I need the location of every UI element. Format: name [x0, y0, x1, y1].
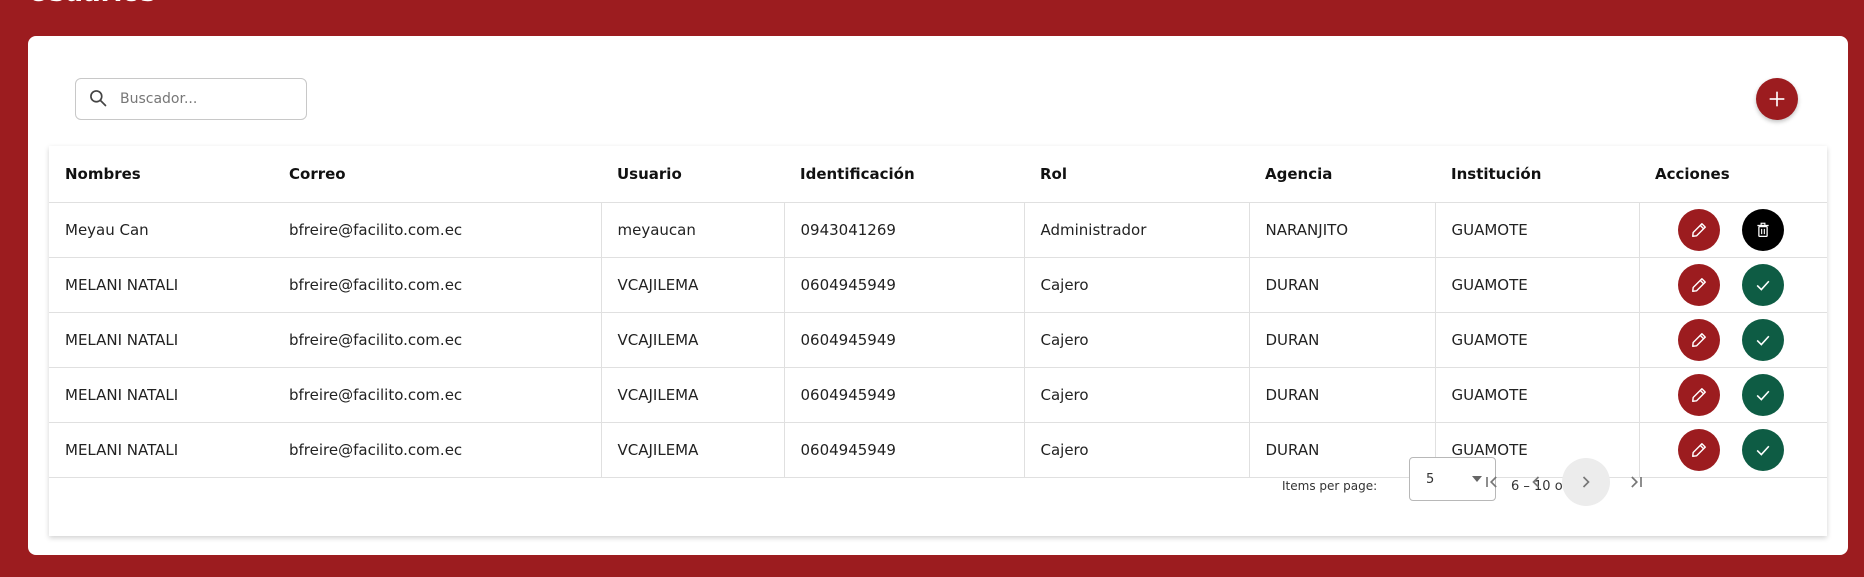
cell-rol: Cajero: [1023, 257, 1249, 313]
check-icon: [1753, 385, 1773, 405]
paginator: Items per page: 5 6 – 10 of 14: [49, 436, 1827, 536]
cell-agencia: DURAN: [1248, 312, 1435, 368]
pencil-icon: [1689, 385, 1709, 405]
items-per-page-label: Items per page:: [1282, 479, 1378, 493]
column-header-correo: Correo: [273, 146, 601, 203]
table-row: MELANI NATALI bfreire@facilito.com.ec VCAJ…: [49, 367, 1827, 423]
table-row: MELANI NATALI bfreire@facilito.com.ec VCAJ…: [49, 257, 1827, 313]
cell-usuario: VCAJILEMA: [600, 257, 784, 313]
search-icon: [88, 88, 110, 110]
cell-agencia: NARANJITO: [1248, 202, 1435, 258]
trash-icon: [1754, 221, 1772, 239]
delete-button[interactable]: [1741, 209, 1784, 251]
column-header-acciones: Acciones: [1639, 146, 1827, 203]
cell-usuario: VCAJILEMA: [600, 367, 784, 423]
search-input[interactable]: [118, 90, 302, 108]
cell-usuario: meyaucan: [600, 202, 784, 258]
edit-button[interactable]: [1677, 374, 1720, 416]
cell-correo: bfreire@facilito.com.ec: [273, 257, 601, 313]
table-header-row: Nombres Correo Usuario Identificación Ro…: [49, 146, 1827, 203]
cell-institucion: GUAMOTE: [1434, 367, 1639, 423]
cell-nombres: Meyau Can: [49, 202, 273, 258]
pencil-icon: [1689, 330, 1709, 350]
previous-page-button[interactable]: [1512, 458, 1560, 506]
cell-acciones: [1638, 202, 1827, 258]
cell-acciones: [1638, 367, 1827, 423]
add-user-button[interactable]: [1756, 78, 1798, 120]
column-header-agencia: Agencia: [1249, 146, 1435, 203]
cell-identificacion: 0604945949: [783, 367, 1024, 423]
cell-identificacion: 0604945949: [783, 257, 1024, 313]
cell-acciones: [1638, 312, 1827, 368]
activate-button[interactable]: [1741, 264, 1784, 306]
cell-institucion: GUAMOTE: [1434, 257, 1639, 313]
next-page-button[interactable]: [1562, 458, 1610, 506]
edit-button[interactable]: [1677, 319, 1720, 361]
page-title: Usuarios: [28, 0, 156, 8]
pencil-icon: [1689, 275, 1709, 295]
users-card: Nombres Correo Usuario Identificación Ro…: [28, 36, 1848, 555]
column-header-rol: Rol: [1024, 146, 1249, 203]
column-header-identificacion: Identificación: [784, 146, 1024, 203]
cell-nombres: MELANI NATALI: [49, 367, 273, 423]
chevron-right-icon: [1576, 472, 1596, 492]
cell-agencia: DURAN: [1248, 367, 1435, 423]
activate-button[interactable]: [1741, 374, 1784, 416]
pencil-icon: [1689, 220, 1709, 240]
cell-correo: bfreire@facilito.com.ec: [273, 367, 601, 423]
cell-nombres: MELANI NATALI: [49, 257, 273, 313]
activate-button[interactable]: [1741, 319, 1784, 361]
last-page-button[interactable]: [1612, 458, 1660, 506]
chevron-left-icon: [1526, 472, 1546, 492]
cell-agencia: DURAN: [1248, 257, 1435, 313]
users-table-container: Nombres Correo Usuario Identificación Ro…: [49, 146, 1827, 536]
cell-correo: bfreire@facilito.com.ec: [273, 312, 601, 368]
cell-rol: Cajero: [1023, 312, 1249, 368]
edit-button[interactable]: [1677, 264, 1720, 306]
column-header-institucion: Institución: [1435, 146, 1639, 203]
table-row: Meyau Can bfreire@facilito.com.ec meyaucan…: [49, 202, 1827, 258]
search-box[interactable]: [75, 78, 307, 120]
cell-rol: Administrador: [1023, 202, 1249, 258]
table-row: MELANI NATALI bfreire@facilito.com.ec VCAJ…: [49, 312, 1827, 368]
last-page-icon: [1626, 472, 1646, 492]
column-header-nombres: Nombres: [49, 146, 273, 203]
cell-identificacion: 0943041269: [783, 202, 1024, 258]
cell-rol: Cajero: [1023, 367, 1249, 423]
first-page-icon: [1482, 472, 1502, 492]
check-icon: [1753, 330, 1773, 350]
cell-acciones: [1638, 257, 1827, 313]
cell-nombres: MELANI NATALI: [49, 312, 273, 368]
cell-institucion: GUAMOTE: [1434, 312, 1639, 368]
cell-identificacion: 0604945949: [783, 312, 1024, 368]
cell-institucion: GUAMOTE: [1434, 202, 1639, 258]
cell-usuario: VCAJILEMA: [600, 312, 784, 368]
cell-correo: bfreire@facilito.com.ec: [273, 202, 601, 258]
plus-icon: [1766, 88, 1788, 110]
page-size-value: 5: [1426, 471, 1435, 487]
edit-button[interactable]: [1677, 209, 1720, 251]
users-table: Nombres Correo Usuario Identificación Ro…: [49, 146, 1827, 478]
column-header-usuario: Usuario: [601, 146, 784, 203]
check-icon: [1753, 275, 1773, 295]
first-page-button[interactable]: [1468, 458, 1516, 506]
